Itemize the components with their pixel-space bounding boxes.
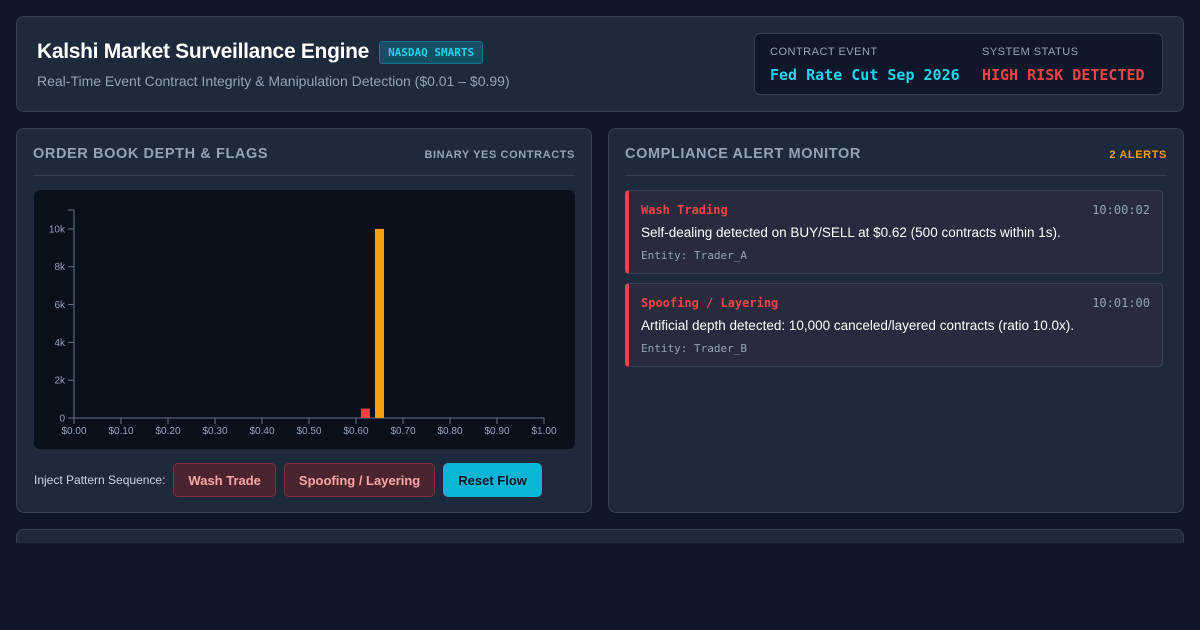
contract-event-value: Fed Rate Cut Sep 2026: [770, 66, 960, 84]
x-tick-label: $0.90: [484, 426, 509, 437]
alert-monitor-title: COMPLIANCE ALERT MONITOR: [625, 146, 861, 162]
alert-list: Wash Trading 10:00:02 Self-dealing detec…: [625, 190, 1163, 376]
alert-message: Artificial depth detected: 10,000 cancel…: [641, 318, 1074, 333]
order-book-panel: ORDER BOOK DEPTH & FLAGS BINARY YES CONT…: [16, 128, 592, 513]
depth-bar: [360, 408, 370, 418]
alert-time: 10:01:00: [1092, 296, 1150, 310]
app-subtitle: Real-Time Event Contract Integrity & Man…: [37, 73, 510, 89]
page-background: [0, 543, 1200, 630]
x-tick-label: $0.10: [108, 426, 133, 437]
y-tick-label: 4k: [54, 338, 66, 349]
wash-trade-button[interactable]: Wash Trade: [173, 463, 276, 497]
contract-event: CONTRACT EVENT Fed Rate Cut Sep 2026: [770, 46, 960, 84]
y-tick-label: 2k: [54, 376, 66, 387]
pattern-controls: Inject Pattern Sequence: Wash Trade Spoo…: [34, 463, 550, 497]
order-book-tag: BINARY YES CONTRACTS: [424, 149, 575, 161]
order-book-header: ORDER BOOK DEPTH & FLAGS BINARY YES CONT…: [33, 146, 575, 176]
alert-entity: Entity: Trader_A: [641, 249, 747, 262]
x-tick-label: $0.00: [61, 426, 86, 437]
x-tick-label: $0.30: [202, 426, 227, 437]
alert-message: Self-dealing detected on BUY/SELL at $0.…: [641, 225, 1061, 240]
system-status: SYSTEM STATUS HIGH RISK DETECTED: [982, 46, 1145, 84]
alert-entity: Entity: Trader_B: [641, 342, 747, 355]
reset-flow-button[interactable]: Reset Flow: [443, 463, 542, 497]
depth-chart-svg: 0 2k 4k 6k 8k 10k $0.00 $0.10 $0.20 $0.30 $0.40 $0.…: [49, 209, 557, 437]
alert-item[interactable]: Spoofing / Layering 10:01:00 Artificial …: [625, 283, 1163, 367]
y-tick-label: 6k: [54, 300, 66, 311]
title-row: Kalshi Market Surveillance Engine NASDAQ…: [37, 40, 484, 64]
x-tick-label: $0.70: [390, 426, 415, 437]
x-tick-label: $0.20: [155, 426, 180, 437]
app-title: Kalshi Market Surveillance Engine: [37, 40, 370, 63]
y-tick-label: 8k: [54, 262, 66, 273]
alert-type: Spoofing / Layering: [641, 296, 779, 310]
order-book-chart: 0 2k 4k 6k 8k 10k $0.00 $0.10 $0.20 $0.30 $0.40 $0.…: [34, 190, 575, 449]
x-tick-label: $0.40: [249, 426, 274, 437]
order-book-title: ORDER BOOK DEPTH & FLAGS: [33, 146, 269, 162]
system-status-label: SYSTEM STATUS: [982, 46, 1079, 58]
y-tick-label: 10k: [49, 224, 66, 235]
alert-type: Wash Trading: [641, 203, 728, 217]
depth-bar: [375, 228, 384, 418]
alert-item[interactable]: Wash Trading 10:00:02 Self-dealing detec…: [625, 190, 1163, 274]
controls-label: Inject Pattern Sequence:: [34, 473, 166, 487]
nasdaq-badge: NASDAQ SMARTS: [379, 40, 484, 64]
alert-time: 10:00:02: [1092, 203, 1150, 217]
x-tick-label: $0.80: [437, 426, 462, 437]
y-tick-label: 0: [59, 414, 65, 425]
alert-monitor-header: COMPLIANCE ALERT MONITOR 2 ALERTS: [625, 146, 1167, 176]
x-tick-label: $0.60: [343, 426, 368, 437]
spoofing-layering-button[interactable]: Spoofing / Layering: [283, 463, 436, 497]
status-box: CONTRACT EVENT Fed Rate Cut Sep 2026 SYS…: [754, 33, 1163, 95]
x-tick-label: $1.00: [531, 426, 556, 437]
system-status-value: HIGH RISK DETECTED: [982, 66, 1145, 84]
contract-event-label: CONTRACT EVENT: [770, 46, 878, 58]
alert-count-badge: 2 ALERTS: [1109, 149, 1167, 161]
header-panel: Kalshi Market Surveillance Engine NASDAQ…: [16, 16, 1184, 112]
alert-monitor-panel: COMPLIANCE ALERT MONITOR 2 ALERTS Wash T…: [608, 128, 1184, 513]
x-tick-label: $0.50: [296, 426, 321, 437]
